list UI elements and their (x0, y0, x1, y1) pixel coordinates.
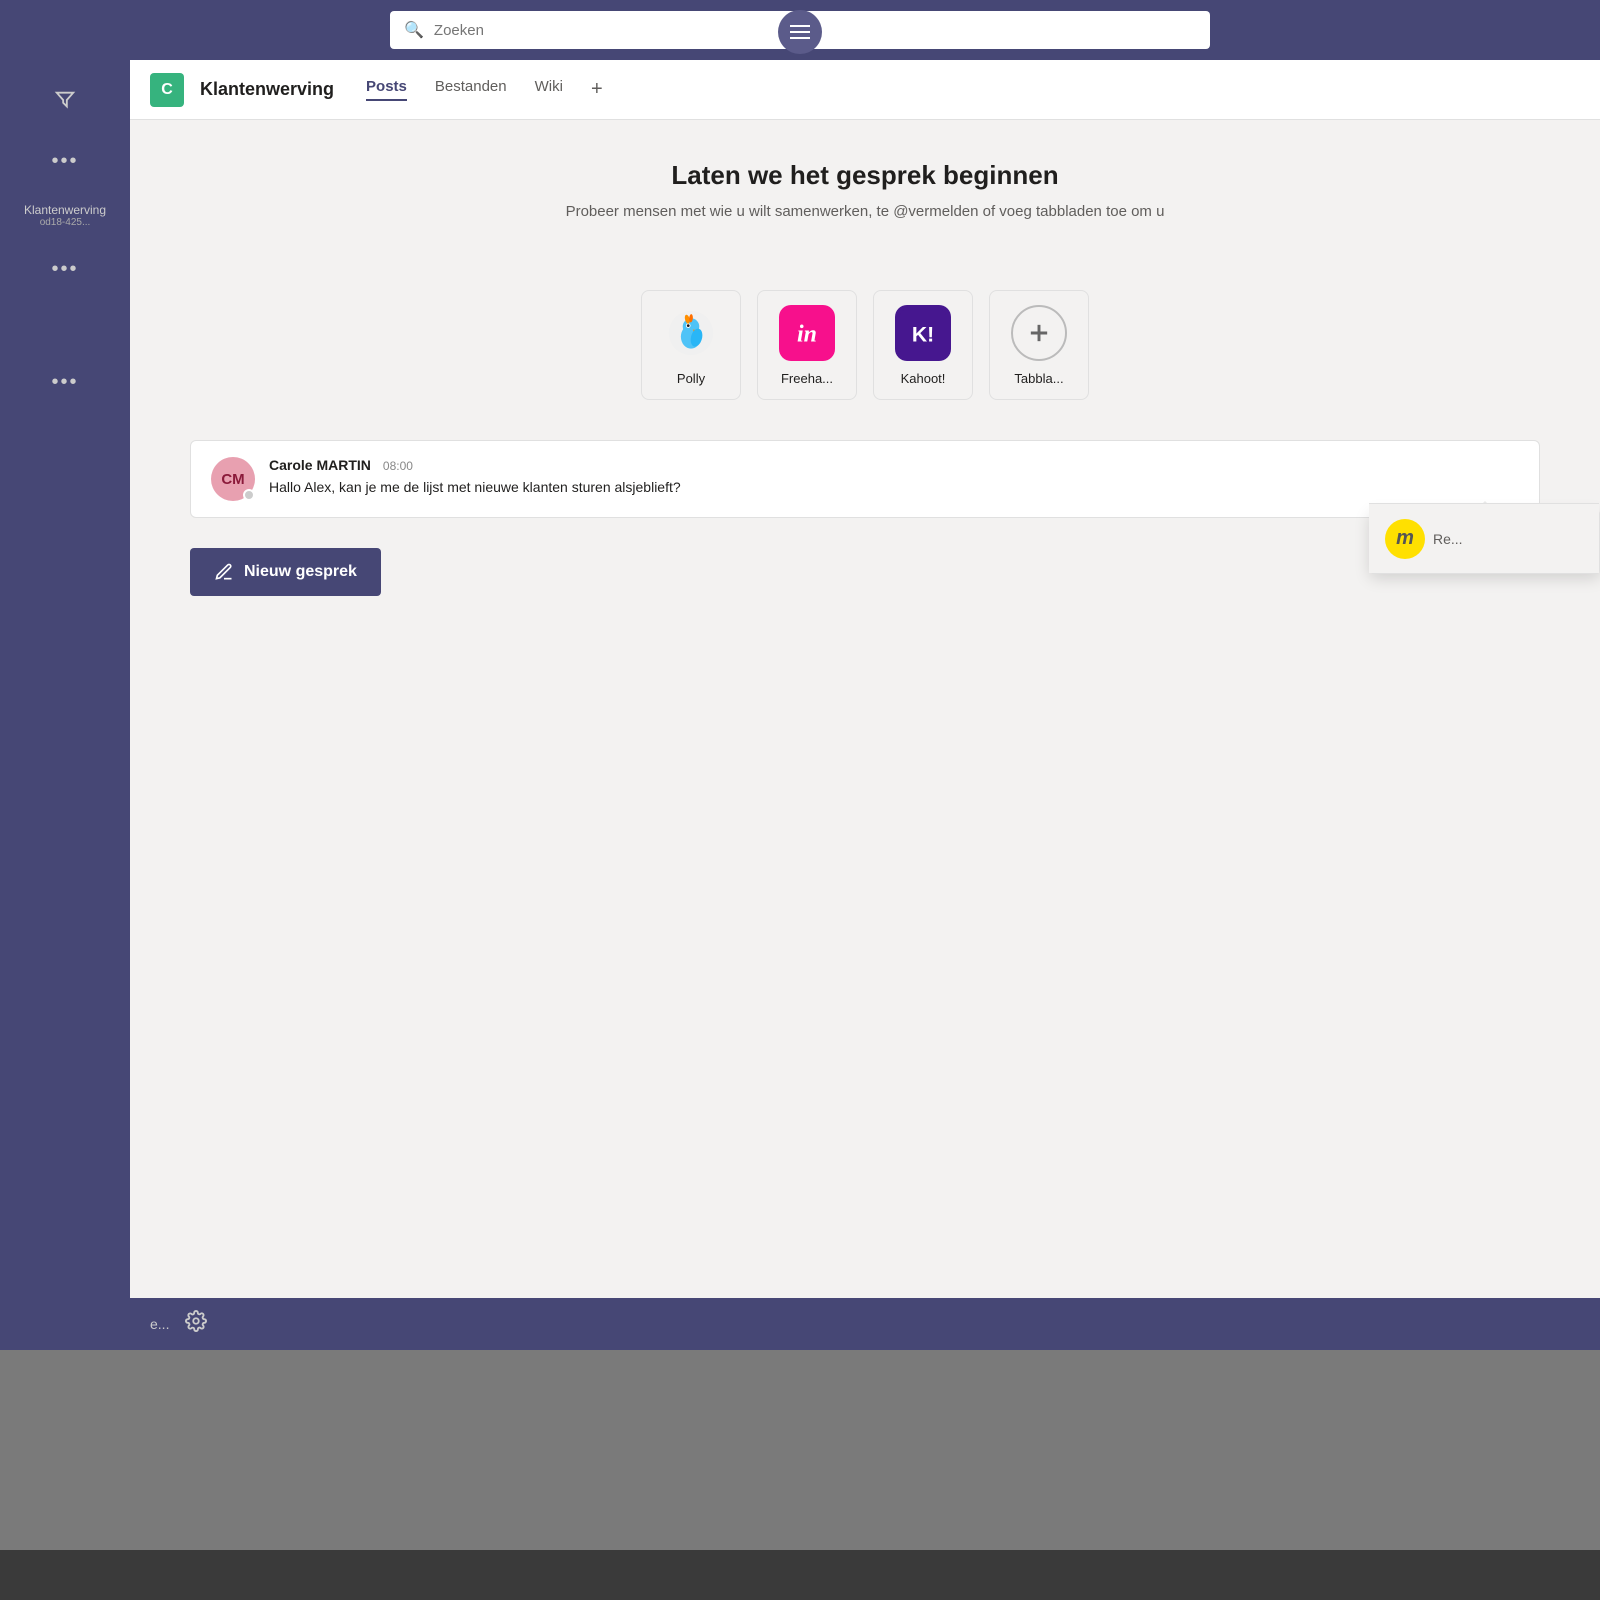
add-icon-circle (1011, 305, 1067, 361)
avatar: CM (211, 457, 255, 501)
main-area: ••• Klantenwerving od18-425... ••• ••• C… (0, 60, 1600, 1350)
message-card: CM Carole MARTIN 08:00 Hallo Alex, kan j… (190, 440, 1540, 518)
bottom-user-label: e... (150, 1316, 169, 1332)
sidebar-more-dots-2[interactable]: ••• (51, 258, 78, 281)
sidebar: ••• Klantenwerving od18-425... ••• ••• (0, 60, 130, 1350)
sender-name: Carole MARTIN (269, 457, 371, 473)
edit-icon (214, 562, 234, 582)
svg-text:in: in (797, 321, 817, 347)
tooltip-overlay: 1/7 Gesprek voeren m Re... (1370, 510, 1600, 574)
kahoot-label: Kahoot! (901, 371, 946, 386)
bottom-status-bar: e... (130, 1298, 1600, 1350)
miro-logo: m (1385, 519, 1425, 559)
app-card-more[interactable]: Tabbla... (989, 290, 1089, 400)
svg-text:K!: K! (912, 323, 934, 346)
freehand-label: Freeha... (781, 371, 833, 386)
channel-tabs: Posts Bestanden Wiki + (366, 78, 603, 101)
settings-icon[interactable] (185, 1310, 207, 1338)
polly-label: Polly (677, 371, 705, 386)
posts-area: Laten we het gesprek beginnen Probeer me… (130, 120, 1600, 1298)
message-header: Carole MARTIN 08:00 (269, 457, 1519, 473)
tab-bestanden[interactable]: Bestanden (435, 78, 507, 101)
channel-name: Klantenwerving (200, 79, 334, 100)
app-card-freehand[interactable]: in Freeha... (757, 290, 857, 400)
tab-posts[interactable]: Posts (366, 78, 407, 101)
app-icons-row: Polly in Freeha... (190, 290, 1540, 400)
more-apps-label: Tabbla... (1014, 371, 1063, 386)
invision-icon-circle: in (779, 305, 835, 361)
conversation-subtitle: Probeer mensen met wie u wilt samenwerke… (515, 203, 1215, 220)
re-label: Re... (1433, 531, 1463, 547)
message-content: Carole MARTIN 08:00 Hallo Alex, kan je m… (269, 457, 1519, 501)
sidebar-more-dots-1[interactable]: ••• (51, 150, 78, 173)
hamburger-button[interactable] (778, 10, 822, 54)
message-time: 08:00 (383, 459, 413, 473)
kahoot-icon-circle: K! (895, 305, 951, 361)
filter-icon[interactable] (45, 80, 85, 120)
sidebar-channel-item[interactable]: Klantenwerving od18-425... (24, 203, 106, 228)
top-bar: 🔍 (0, 0, 1600, 60)
app-card-polly[interactable]: Polly (641, 290, 741, 400)
content-area: C Klantenwerving Posts Bestanden Wiki + … (130, 60, 1600, 1350)
avatar-status (243, 489, 255, 501)
conversation-title: Laten we het gesprek beginnen (190, 160, 1540, 191)
channel-avatar: C (150, 73, 184, 107)
taskbar (0, 1350, 1600, 1550)
sidebar-more-dots-3[interactable]: ••• (51, 371, 78, 394)
message-text: Hallo Alex, kan je me de lijst met nieuw… (269, 479, 1519, 495)
bottom-panel: m Re... (1369, 503, 1599, 573)
app-card-kahoot[interactable]: K! Kahoot! (873, 290, 973, 400)
new-convo-button[interactable]: Nieuw gesprek (190, 548, 381, 596)
channel-header: C Klantenwerving Posts Bestanden Wiki + (130, 60, 1600, 120)
tab-wiki[interactable]: Wiki (535, 78, 563, 101)
dark-bottom-bar (0, 1550, 1600, 1600)
polly-icon-circle (663, 305, 719, 361)
conversation-start: Laten we het gesprek beginnen Probeer me… (190, 160, 1540, 250)
search-icon: 🔍 (404, 20, 424, 40)
tab-add[interactable]: + (591, 78, 603, 101)
